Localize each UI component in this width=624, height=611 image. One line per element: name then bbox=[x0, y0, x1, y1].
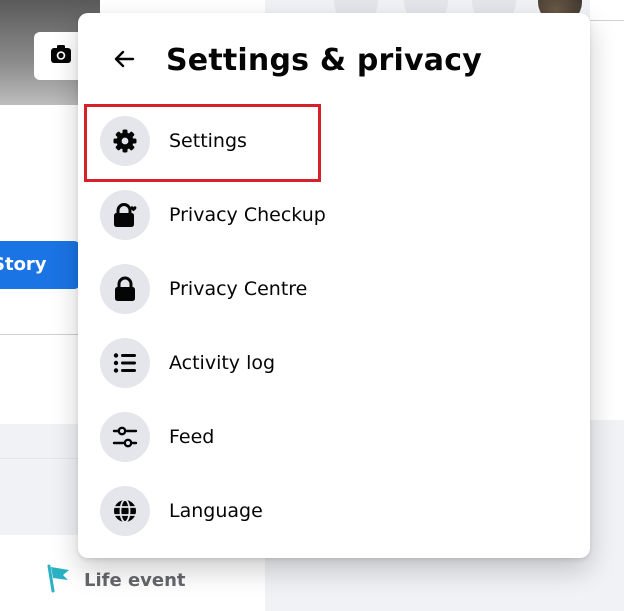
arrow-left-icon bbox=[112, 47, 136, 75]
add-to-story-label: Story bbox=[0, 254, 47, 275]
lock-icon bbox=[100, 264, 150, 314]
gear-icon bbox=[100, 116, 150, 166]
menu-item-label: Settings bbox=[169, 130, 247, 152]
add-to-story-button[interactable]: Story bbox=[0, 241, 80, 289]
menu-item-label: Privacy Centre bbox=[169, 278, 308, 300]
life-event-label: Life event bbox=[84, 570, 186, 591]
menu-item-settings[interactable]: Settings bbox=[92, 109, 576, 173]
globe-icon bbox=[100, 486, 150, 536]
list-icon bbox=[100, 338, 150, 388]
menu-item-activity-log[interactable]: Activity log bbox=[92, 331, 576, 395]
camera-icon bbox=[50, 44, 72, 68]
settings-privacy-menu: Settings & privacy Settings Privacy Chec… bbox=[78, 13, 590, 558]
divider bbox=[590, 20, 624, 21]
back-button[interactable] bbox=[102, 39, 146, 83]
menu-item-label: Privacy Checkup bbox=[169, 204, 326, 226]
edit-cover-button[interactable] bbox=[34, 32, 84, 80]
menu-title: Settings & privacy bbox=[166, 43, 482, 78]
life-event-button[interactable]: Life event bbox=[44, 563, 186, 598]
menu-item-privacy-checkup[interactable]: Privacy Checkup bbox=[92, 183, 576, 247]
menu-item-privacy-centre[interactable]: Privacy Centre bbox=[92, 257, 576, 321]
right-panel bbox=[590, 0, 624, 420]
lock-heart-icon bbox=[100, 190, 150, 240]
menu-item-feed[interactable]: Feed bbox=[92, 405, 576, 469]
menu-item-label: Feed bbox=[169, 426, 215, 448]
sliders-icon bbox=[100, 412, 150, 462]
menu-item-label: Activity log bbox=[169, 352, 276, 374]
menu-item-language[interactable]: Language bbox=[92, 479, 576, 543]
menu-item-label: Language bbox=[169, 500, 263, 522]
flag-icon bbox=[44, 563, 74, 598]
